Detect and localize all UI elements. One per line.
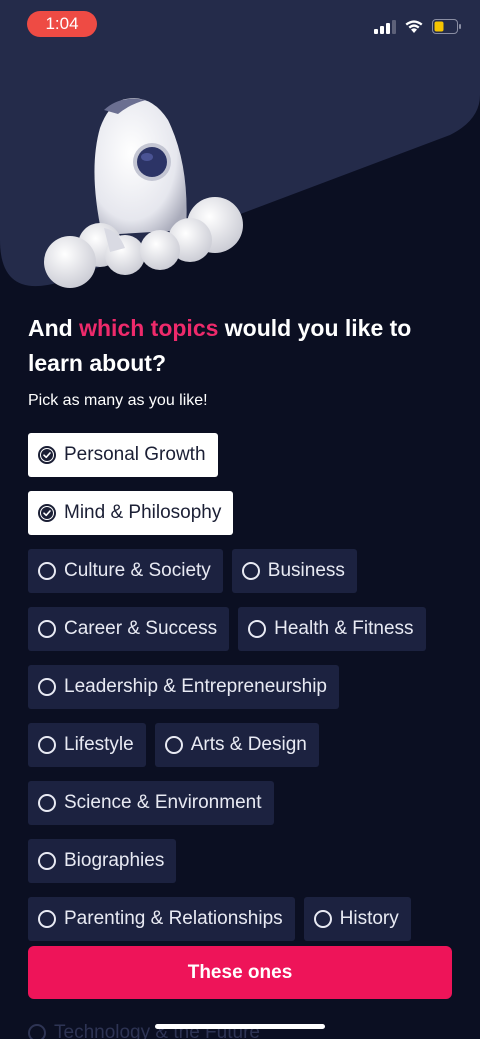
radio-icon	[38, 736, 56, 754]
radio-icon	[241, 562, 260, 580]
status-bar: 1:04	[0, 0, 480, 50]
radio-icon	[248, 620, 267, 638]
status-icons	[374, 19, 462, 34]
topic-chip[interactable]: Science & Environment	[28, 781, 274, 825]
topic-chip-label: Mind & Philosophy	[64, 502, 222, 523]
check-circle-icon	[38, 446, 56, 464]
radio-icon	[38, 562, 56, 580]
topic-chip[interactable]: Arts & Design	[154, 723, 319, 767]
topic-chip[interactable]: Personal Growth	[28, 433, 218, 477]
topic-chip-row: Leadership & Entrepreneurship	[28, 665, 458, 709]
topic-chip-row: Parenting & Relationships History	[28, 897, 458, 941]
topic-chip-label: Health & Fitness	[274, 618, 414, 639]
check-circle-icon	[38, 504, 56, 522]
subtitle: Pick as many as you like!	[28, 392, 208, 409]
radio-icon	[38, 910, 56, 928]
topic-chip-label: Parenting & Relationships	[64, 908, 283, 929]
topic-chip[interactable]: Leadership & Entrepreneurship	[28, 665, 340, 709]
topic-chip[interactable]: History	[303, 897, 411, 941]
cellular-signal-icon	[374, 19, 396, 34]
title-accent: which topics	[79, 315, 219, 341]
these-ones-button[interactable]: These ones	[28, 946, 452, 999]
topic-chip-row: Science & Environment	[28, 781, 458, 825]
status-time: 1:04	[27, 11, 97, 37]
topic-chip[interactable]: Career & Success	[28, 607, 230, 651]
topic-chip-list: Personal Growth Mind & Philosophy Culture …	[28, 433, 458, 955]
radio-icon	[28, 1024, 46, 1039]
topic-chip-row: Personal Growth	[28, 433, 458, 477]
topic-chip-label: Leadership & Entrepreneurship	[64, 676, 328, 697]
topic-chip[interactable]: Biographies	[28, 839, 177, 883]
topic-chip-label: History	[339, 908, 399, 929]
topic-chip-row: Biographies	[28, 839, 458, 883]
home-indicator	[155, 1024, 325, 1029]
radio-icon	[313, 910, 332, 928]
topic-chip-label: Business	[267, 560, 345, 581]
radio-icon	[38, 678, 56, 696]
radio-icon	[38, 620, 56, 638]
topic-chip-label: Culture & Society	[64, 560, 211, 581]
topic-chip-label: Arts & Design	[190, 734, 307, 755]
topic-chip-row: Mind & Philosophy	[28, 491, 458, 535]
topic-chip-label: Lifestyle	[64, 734, 134, 755]
wifi-icon	[405, 20, 423, 33]
topic-chip-label: Personal Growth	[64, 444, 206, 465]
radio-icon	[38, 794, 56, 812]
battery-icon	[432, 19, 461, 34]
title-start: And	[28, 315, 80, 341]
radio-icon	[38, 852, 56, 870]
topic-chip[interactable]: Parenting & Relationships	[28, 897, 295, 941]
page-title: And which topics would you like to learn…	[28, 311, 458, 381]
topic-chip-row: Career & Success Health & Fitness	[28, 607, 458, 651]
topic-chip-label: Biographies	[64, 850, 165, 871]
topic-chip[interactable]: Health & Fitness	[238, 607, 426, 651]
topic-chip-row: Lifestyle Arts & Design	[28, 723, 458, 767]
topic-chip[interactable]: Lifestyle	[28, 723, 146, 767]
topic-chip[interactable]: Mind & Philosophy	[28, 491, 234, 535]
topic-chip-label: Career & Success	[64, 618, 218, 639]
topic-chip[interactable]: Business	[231, 549, 357, 593]
topic-chip-label: Science & Environment	[64, 792, 262, 813]
radio-icon	[164, 736, 183, 754]
topic-chip-row: Culture & Society Business	[28, 549, 458, 593]
topic-chip[interactable]: Culture & Society	[28, 549, 223, 593]
